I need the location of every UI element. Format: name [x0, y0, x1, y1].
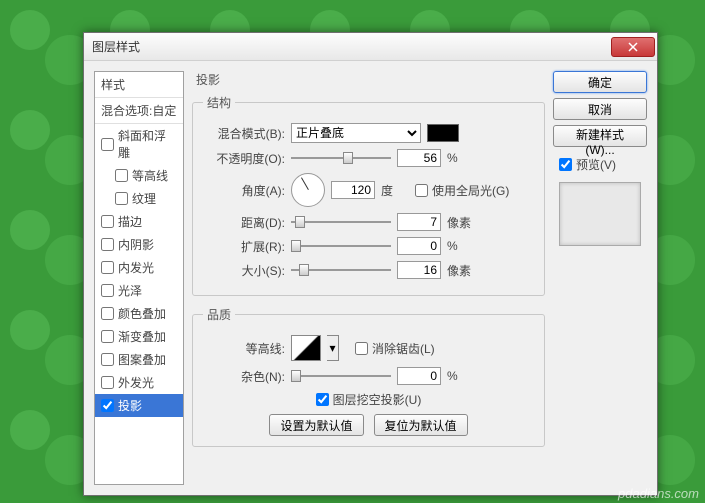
new-style-button[interactable]: 新建样式(W)... — [553, 125, 647, 147]
sidebar-check-8[interactable] — [101, 330, 114, 343]
sidebar-label-7: 颜色叠加 — [118, 305, 166, 322]
sidebar-item-4[interactable]: 内阴影 — [95, 233, 183, 256]
sidebar-item-11[interactable]: 投影 — [95, 394, 183, 417]
ok-button[interactable]: 确定 — [553, 71, 647, 93]
sidebar-check-3[interactable] — [101, 215, 114, 228]
antialias-checkbox[interactable]: 消除锯齿(L) — [355, 340, 435, 357]
opacity-input[interactable] — [397, 149, 441, 167]
contour-dropdown[interactable]: ▾ — [327, 335, 339, 361]
sidebar-check-5[interactable] — [101, 261, 114, 274]
action-column: 确定 取消 新建样式(W)... 预览(V) — [553, 71, 647, 485]
noise-input[interactable] — [397, 367, 441, 385]
sidebar-check-0[interactable] — [101, 138, 114, 151]
size-unit: 像素 — [447, 262, 475, 279]
preview-checkbox[interactable]: 预览(V) — [559, 156, 647, 173]
sidebar-item-3[interactable]: 描边 — [95, 210, 183, 233]
sidebar-label-8: 渐变叠加 — [118, 328, 166, 345]
sidebar-header-styles[interactable]: 样式 — [95, 72, 183, 98]
global-light-checkbox[interactable]: 使用全局光(G) — [415, 182, 509, 199]
sidebar-check-7[interactable] — [101, 307, 114, 320]
noise-unit: % — [447, 369, 475, 383]
blend-mode-label: 混合模式(B): — [203, 125, 285, 142]
sidebar-check-9[interactable] — [101, 353, 114, 366]
angle-unit: 度 — [381, 182, 409, 199]
sidebar-item-8[interactable]: 渐变叠加 — [95, 325, 183, 348]
opacity-unit: % — [447, 151, 475, 165]
close-button[interactable] — [611, 37, 655, 57]
spread-label: 扩展(R): — [203, 238, 285, 255]
panel-title: 投影 — [196, 71, 545, 88]
sidebar-label-1: 等高线 — [132, 167, 168, 184]
sidebar-label-2: 纹理 — [132, 190, 156, 207]
sidebar-check-11[interactable] — [101, 399, 114, 412]
sidebar-check-10[interactable] — [101, 376, 114, 389]
sidebar-label-11: 投影 — [118, 397, 142, 414]
settings-panel: 投影 结构 混合模式(B): 正片叠底 不透明度(O): % 角度(A): — [188, 71, 549, 485]
angle-dial[interactable] — [291, 173, 325, 207]
distance-label: 距离(D): — [203, 214, 285, 231]
distance-slider[interactable] — [291, 213, 391, 231]
reset-default-button[interactable]: 复位为默认值 — [374, 414, 468, 436]
sidebar-label-3: 描边 — [118, 213, 142, 230]
spread-input[interactable] — [397, 237, 441, 255]
layer-style-dialog: 图层样式 样式 混合选项:自定 斜面和浮雕等高线纹理描边内阴影内发光光泽颜色叠加… — [83, 32, 658, 496]
size-slider[interactable] — [291, 261, 391, 279]
sidebar-label-5: 内发光 — [118, 259, 154, 276]
angle-label: 角度(A): — [203, 182, 285, 199]
noise-label: 杂色(N): — [203, 368, 285, 385]
size-input[interactable] — [397, 261, 441, 279]
spread-unit: % — [447, 239, 475, 253]
quality-legend: 品质 — [203, 306, 235, 323]
sidebar-item-10[interactable]: 外发光 — [95, 371, 183, 394]
angle-input[interactable] — [331, 181, 375, 199]
sidebar-item-7[interactable]: 颜色叠加 — [95, 302, 183, 325]
sidebar-item-5[interactable]: 内发光 — [95, 256, 183, 279]
blend-mode-select[interactable]: 正片叠底 — [291, 123, 421, 143]
close-icon — [628, 42, 638, 52]
sidebar-label-6: 光泽 — [118, 282, 142, 299]
distance-input[interactable] — [397, 213, 441, 231]
size-label: 大小(S): — [203, 262, 285, 279]
make-default-button[interactable]: 设置为默认值 — [269, 414, 363, 436]
sidebar-check-2[interactable] — [115, 192, 128, 205]
sidebar-check-6[interactable] — [101, 284, 114, 297]
sidebar-header-blend[interactable]: 混合选项:自定 — [95, 98, 183, 124]
sidebar-check-4[interactable] — [101, 238, 114, 251]
structure-group: 结构 混合模式(B): 正片叠底 不透明度(O): % 角度(A): 度 — [192, 94, 545, 296]
watermark: pdadians.com — [618, 486, 699, 501]
sidebar-item-2[interactable]: 纹理 — [95, 187, 183, 210]
structure-legend: 结构 — [203, 94, 235, 111]
sidebar-item-9[interactable]: 图案叠加 — [95, 348, 183, 371]
sidebar-item-0[interactable]: 斜面和浮雕 — [95, 124, 183, 164]
opacity-slider[interactable] — [291, 149, 391, 167]
spread-slider[interactable] — [291, 237, 391, 255]
noise-slider[interactable] — [291, 367, 391, 385]
cancel-button[interactable]: 取消 — [553, 98, 647, 120]
quality-group: 品质 等高线: ▾ 消除锯齿(L) 杂色(N): % 图层挖空投影(U) 设置为… — [192, 306, 545, 447]
opacity-label: 不透明度(O): — [203, 150, 285, 167]
sidebar-label-10: 外发光 — [118, 374, 154, 391]
contour-picker[interactable] — [291, 335, 321, 361]
preview-swatch — [559, 182, 641, 246]
titlebar: 图层样式 — [84, 33, 657, 61]
sidebar-check-1[interactable] — [115, 169, 128, 182]
sidebar-item-1[interactable]: 等高线 — [95, 164, 183, 187]
sidebar-item-6[interactable]: 光泽 — [95, 279, 183, 302]
distance-unit: 像素 — [447, 214, 475, 231]
sidebar-label-0: 斜面和浮雕 — [118, 127, 177, 161]
window-title: 图层样式 — [92, 38, 611, 55]
styles-sidebar: 样式 混合选项:自定 斜面和浮雕等高线纹理描边内阴影内发光光泽颜色叠加渐变叠加图… — [94, 71, 184, 485]
contour-label: 等高线: — [203, 340, 285, 357]
sidebar-label-9: 图案叠加 — [118, 351, 166, 368]
sidebar-label-4: 内阴影 — [118, 236, 154, 253]
shadow-color-swatch[interactable] — [427, 124, 459, 142]
knockout-checkbox[interactable]: 图层挖空投影(U) — [316, 391, 422, 408]
